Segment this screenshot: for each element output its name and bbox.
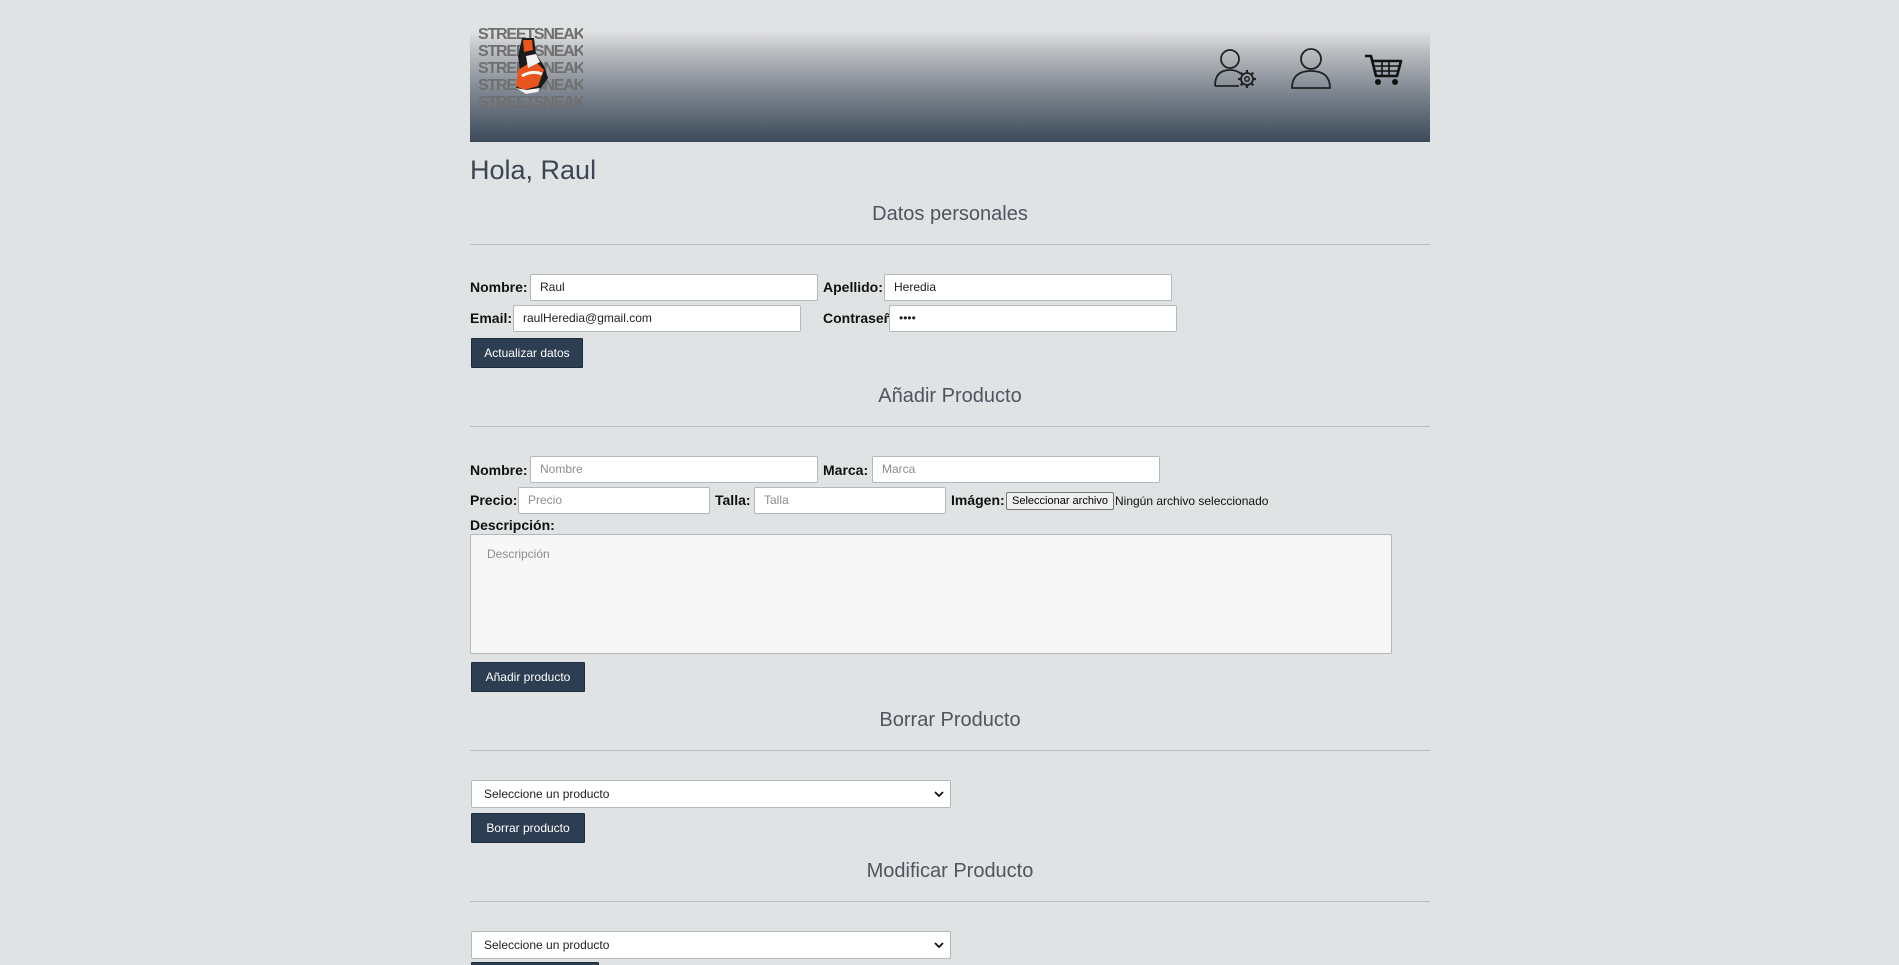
password-field[interactable]: ••••: [889, 305, 1177, 332]
section-title-add-product: Añadir Producto: [878, 385, 1022, 407]
add-product-button[interactable]: Añadir producto: [471, 662, 585, 692]
email-field[interactable]: raulHeredia@gmail.com: [513, 305, 801, 332]
update-data-button[interactable]: Actualizar datos: [471, 338, 583, 368]
sneaker-icon: [516, 38, 548, 94]
logo-text-line: STREETSNEAKERS: [478, 94, 583, 111]
delete-product-select[interactable]: Seleccione un producto: [471, 780, 951, 808]
product-name-input[interactable]: Nombre: [530, 456, 818, 483]
divider: [470, 244, 1430, 245]
image-label: Imágen:: [951, 492, 1005, 508]
description-textarea[interactable]: Descripción: [470, 534, 1392, 654]
streetsneakers-logo[interactable]: STREETSNEAKERS STREETSNEAKERS STREETSNEA…: [478, 26, 583, 111]
cart-icon[interactable]: [1363, 46, 1403, 90]
email-label: Email:: [470, 310, 513, 326]
file-status-text: Ningún archivo seleccionado: [1115, 494, 1269, 508]
user-icon[interactable]: [1288, 46, 1334, 90]
chevron-down-icon: [934, 791, 944, 798]
section-title-personal: Datos personales: [872, 203, 1028, 225]
delete-product-button[interactable]: Borrar producto: [471, 813, 585, 843]
chevron-down-icon: [934, 942, 944, 949]
brand-input[interactable]: Marca: [872, 456, 1160, 483]
price-input[interactable]: Precio: [518, 487, 710, 514]
admin-user-gear-icon[interactable]: [1213, 46, 1259, 90]
section-title-delete-product: Borrar Producto: [879, 709, 1021, 731]
product-name-label: Nombre:: [470, 462, 528, 478]
brand-label: Marca:: [823, 462, 869, 478]
divider: [470, 901, 1430, 902]
section-title-modify-product: Modificar Producto: [866, 860, 1034, 882]
apellido-label: Apellido:: [823, 279, 883, 295]
divider: [470, 426, 1430, 427]
choose-file-button[interactable]: Seleccionar archivo: [1006, 492, 1114, 510]
select-value: Seleccione un producto: [484, 787, 610, 801]
price-label: Precio:: [470, 492, 518, 508]
site-header: [470, 30, 1430, 142]
modify-product-select[interactable]: Seleccione un producto: [471, 931, 951, 959]
page-title: Hola, Raul: [470, 155, 597, 185]
nombre-label: Nombre:: [470, 279, 528, 295]
size-label: Talla:: [715, 492, 751, 508]
select-value: Seleccione un producto: [484, 938, 610, 952]
divider: [470, 750, 1430, 751]
nombre-field[interactable]: Raul: [530, 274, 818, 301]
description-label: Descripción:: [470, 517, 555, 533]
apellido-field[interactable]: Heredia: [884, 274, 1172, 301]
size-input[interactable]: Talla: [754, 487, 946, 514]
